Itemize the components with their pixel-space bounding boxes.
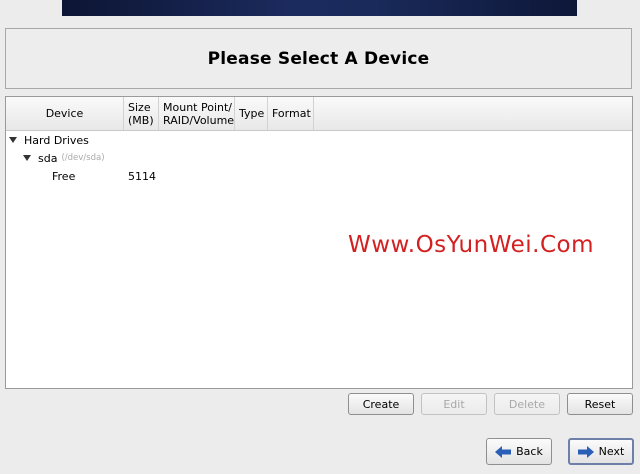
- device-path: (/dev/sda): [61, 153, 105, 163]
- free-size: 5114: [128, 169, 156, 183]
- header-banner: [62, 0, 577, 16]
- column-device[interactable]: Device: [6, 97, 124, 130]
- tree-row-sda[interactable]: sda (/dev/sda): [23, 149, 105, 167]
- page-title: Please Select A Device: [207, 48, 430, 69]
- column-type[interactable]: Type: [235, 97, 268, 130]
- expander-down-icon[interactable]: [9, 137, 17, 143]
- reset-button[interactable]: Reset: [567, 393, 633, 415]
- create-button[interactable]: Create: [348, 393, 414, 415]
- title-panel: Please Select A Device: [5, 28, 632, 89]
- arrow-right-icon: [577, 445, 594, 458]
- back-button[interactable]: Back: [486, 438, 552, 465]
- delete-button: Delete: [494, 393, 560, 415]
- tree-row-hard-drives[interactable]: Hard Drives: [9, 131, 89, 149]
- watermark-text: Www.OsYunWei.Com: [348, 232, 594, 258]
- tree-header: Device Size (MB) Mount Point/ RAID/Volum…: [6, 97, 632, 131]
- next-button[interactable]: Next: [568, 438, 634, 465]
- tree-row-free[interactable]: Free 5114: [6, 167, 628, 185]
- arrow-left-icon: [495, 445, 512, 458]
- column-size[interactable]: Size (MB): [124, 97, 159, 130]
- free-label: Free: [52, 169, 76, 183]
- expander-down-icon[interactable]: [23, 155, 31, 161]
- column-mount-point[interactable]: Mount Point/ RAID/Volume: [159, 97, 235, 130]
- column-format[interactable]: Format: [268, 97, 314, 130]
- edit-button: Edit: [421, 393, 487, 415]
